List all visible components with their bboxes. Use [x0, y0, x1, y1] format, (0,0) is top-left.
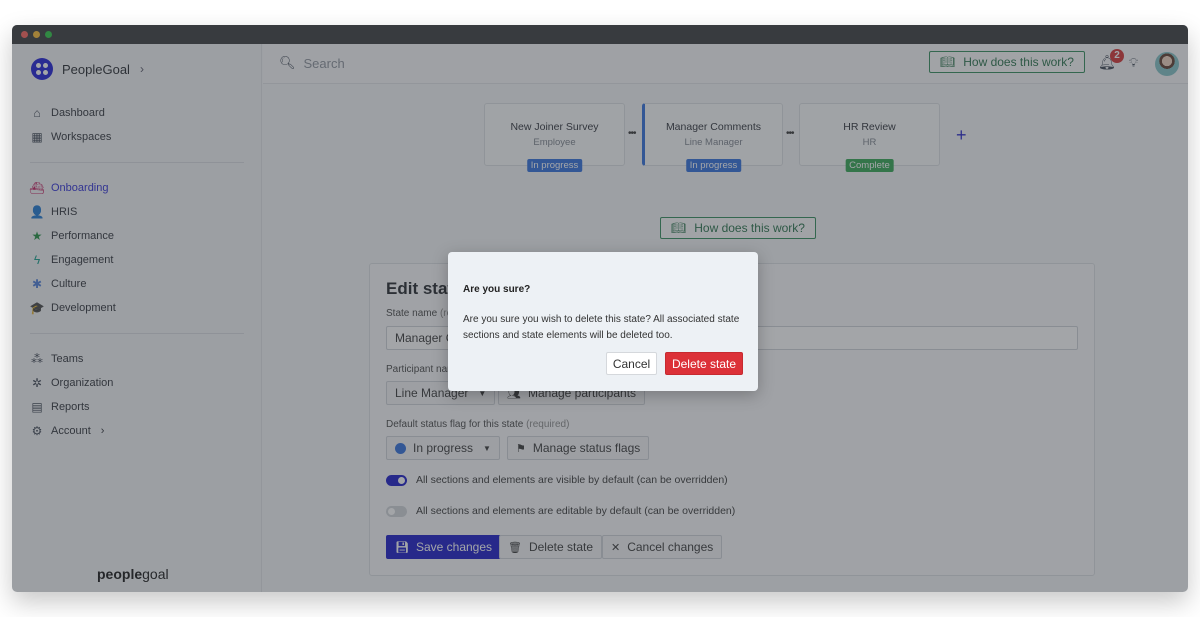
dialog-title: Are you sure?	[463, 284, 531, 295]
dialog-delete-state-button[interactable]: Delete state	[665, 352, 743, 375]
dialog-message: Are you sure you wish to delete this sta…	[463, 314, 740, 341]
dialog-cancel-button[interactable]: Cancel	[606, 352, 657, 375]
confirm-delete-dialog: Are you sure? Are you sure you wish to d…	[448, 252, 758, 391]
